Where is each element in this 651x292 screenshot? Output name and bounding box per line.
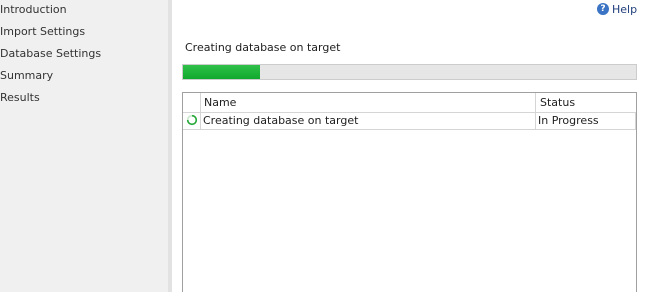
spinner-icon (186, 114, 200, 130)
help-label: Help (612, 2, 638, 16)
grid-header: Name Status (183, 93, 636, 113)
sidebar-item-import-settings[interactable]: Import Settings (0, 23, 85, 41)
progress-fill (183, 65, 260, 79)
sidebar-item-summary[interactable]: Summary (0, 67, 53, 85)
sidebar-item-introduction[interactable]: Introduction (0, 1, 67, 19)
table-row[interactable]: Creating database on target In Progress (183, 113, 636, 130)
progress-bar (182, 64, 637, 80)
sidebar-item-database-settings[interactable]: Database Settings (0, 45, 101, 63)
help-icon: ? (597, 3, 609, 15)
row-name-cell: Creating database on target (203, 114, 359, 127)
main-content: ? Help Creating database on target Name … (172, 0, 651, 292)
navigation-sidebar: Introduction Import Settings Database Se… (0, 0, 168, 292)
help-link[interactable]: ? Help (597, 1, 637, 17)
column-header-name[interactable]: Name (201, 93, 535, 112)
stage-status-text: Creating database on target (185, 41, 341, 54)
sidebar-item-results[interactable]: Results (0, 89, 40, 107)
task-grid: Name Status Creating database on target … (182, 92, 637, 292)
row-status-cell: In Progress (538, 114, 599, 127)
column-header-status[interactable]: Status (535, 93, 635, 112)
